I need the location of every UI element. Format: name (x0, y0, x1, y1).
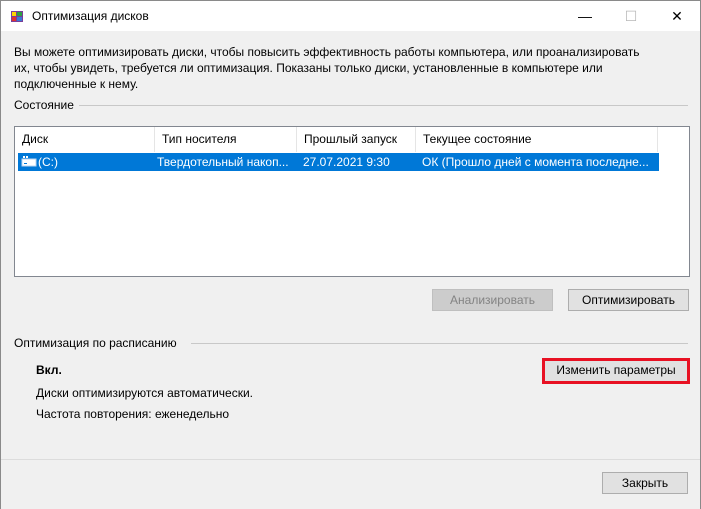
disk-list[interactable]: Диск Тип носителя Прошлый запуск Текущее… (14, 126, 690, 277)
column-header-last-run[interactable]: Прошлый запуск (297, 127, 416, 152)
schedule-frequency: Частота повторения: еженедельно (36, 407, 230, 421)
drive-icon (21, 154, 37, 172)
minimize-icon: — (578, 8, 592, 24)
column-header-current-state[interactable]: Текущее состояние (416, 127, 658, 152)
title-bar[interactable]: Оптимизация дисков — ☐ ✕ (1, 1, 700, 31)
close-button[interactable]: Закрыть (602, 472, 688, 494)
schedule-divider (191, 343, 688, 344)
disk-media-type: Твердотельный накоп... (157, 155, 289, 169)
disk-current-state: ОК (Прошло дней с момента последне... (422, 155, 649, 169)
schedule-section-label: Оптимизация по расписанию (14, 336, 177, 350)
close-icon: ✕ (671, 7, 683, 24)
schedule-status: Вкл. (36, 363, 62, 377)
defrag-window: Оптимизация дисков — ☐ ✕ Вы можете оптим… (0, 0, 701, 509)
maximize-icon: ☐ (624, 7, 638, 24)
maximize-button: ☐ (608, 1, 654, 31)
disk-name: (C:) (38, 155, 58, 169)
disk-last-run: 27.07.2021 9:30 (303, 155, 390, 169)
button-bar: Закрыть (1, 459, 700, 509)
status-section-label: Состояние (14, 98, 74, 112)
window-title: Оптимизация дисков (32, 9, 149, 23)
description-text: Вы можете оптимизировать диски, чтобы по… (14, 45, 640, 91)
schedule-auto-text: Диски оптимизируются автоматически. (36, 386, 254, 400)
column-header-media-type[interactable]: Тип носителя (155, 127, 297, 152)
column-header-disk[interactable]: Диск (15, 127, 155, 152)
status-divider (79, 105, 688, 106)
close-window-button[interactable]: ✕ (654, 1, 700, 31)
optimize-button[interactable]: Оптимизировать (568, 289, 689, 311)
minimize-button[interactable]: — (562, 1, 608, 31)
change-settings-button[interactable]: Изменить параметры (542, 358, 690, 384)
analyze-button: Анализировать (432, 289, 553, 311)
defrag-app-icon (10, 9, 24, 23)
disk-row[interactable]: (C:) Твердотельный накоп... 27.07.2021 9… (18, 153, 659, 171)
